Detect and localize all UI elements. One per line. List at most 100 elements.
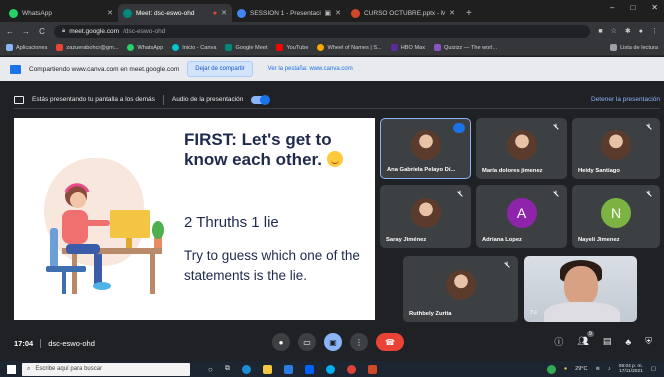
bookmark-label: Aplicaciones — [16, 44, 48, 51]
wifi-icon[interactable]: ≋ — [595, 366, 600, 372]
edge-icon[interactable] — [241, 364, 251, 374]
participant-tile[interactable]: María dolores jimenez — [476, 118, 567, 179]
present-screen-icon — [14, 95, 24, 104]
forward-icon[interactable]: → — [22, 27, 30, 36]
activities-icon[interactable]: ♣ — [625, 337, 631, 347]
tab-label: CURSO OCTUBRE.pptx - Microsoft — [364, 9, 446, 17]
store-icon[interactable] — [283, 364, 293, 374]
participant-tile[interactable]: Ana Gabriela Pelayo Dí... — [380, 118, 471, 179]
notification-icon[interactable]: ▢ — [651, 366, 656, 372]
task-view-icon[interactable]: ⧉ — [225, 365, 230, 373]
divider — [162, 94, 164, 105]
bookmark-canva[interactable]: Inicio - Canva — [172, 44, 216, 51]
participant-tile[interactable]: Ruthbely Zurita — [403, 256, 518, 322]
host-controls-icon[interactable]: ⛨ — [645, 336, 652, 347]
dropbox-icon[interactable] — [304, 364, 314, 374]
present-now-button[interactable]: ▣ — [324, 333, 342, 351]
bookmark-apps[interactable]: Aplicaciones — [6, 44, 47, 51]
leave-call-button[interactable]: ☎ — [376, 333, 404, 351]
powerpoint-taskbar-icon[interactable] — [367, 364, 377, 374]
slide-title: FIRST: Let's get to know each other. — [184, 130, 369, 170]
reading-list[interactable]: Lista de lectura — [610, 44, 658, 51]
skype-icon[interactable] — [325, 364, 335, 374]
whatsapp-icon — [127, 44, 135, 51]
switch-tab-button[interactable]: Ver la pestaña: www.canva.com — [261, 62, 360, 76]
participant-tile[interactable]: Saray Jiménez — [380, 185, 471, 248]
powerpoint-icon — [351, 8, 360, 18]
menu-icon[interactable]: ⋮ — [651, 27, 658, 35]
clock[interactable]: 05:04 p. m. 17/11/2021 — [619, 364, 643, 375]
participant-tile[interactable]: A Adriana Lopez — [476, 185, 567, 248]
presentation-audio-toggle[interactable] — [251, 94, 271, 105]
self-label: Tú — [530, 310, 537, 316]
avatar — [506, 129, 537, 160]
url-host: meet.google.com — [69, 27, 120, 35]
new-tab-button[interactable]: + — [460, 4, 478, 22]
search-icon: ⌕ — [27, 365, 31, 372]
maximize-button[interactable]: □ — [630, 3, 635, 12]
windows-logo-icon — [6, 364, 16, 374]
bookmark-youtube[interactable]: YouTube — [276, 44, 308, 51]
cortana-icon[interactable]: ○ — [208, 365, 213, 374]
star-icon[interactable]: ☆ — [611, 27, 617, 35]
bookmark-hbo-max[interactable]: HBO Max — [390, 44, 425, 51]
chrome-icon[interactable] — [346, 364, 356, 374]
participant-tile[interactable]: N Nayeli Jimenez — [572, 185, 660, 248]
tab-meet[interactable]: Meet: dsc-eswo-ohd ● ✕ — [118, 4, 232, 22]
microphone-button[interactable]: ● — [272, 333, 290, 351]
bookmark-whatsapp[interactable]: WhatsApp — [127, 44, 163, 51]
call-controls: ● ▭ ▣ ⋮ ☎ — [272, 333, 404, 351]
tab-powerpoint[interactable]: CURSO OCTUBRE.pptx - Microsoft ✕ — [346, 4, 460, 22]
tab-whatsapp[interactable]: WhatsApp ✕ — [4, 4, 118, 22]
search-placeholder: Escribe aquí para buscar — [35, 366, 103, 372]
bookmark-quizizz[interactable]: Quizizz — The worl... — [434, 44, 497, 51]
window-controls: – □ ✕ — [610, 3, 658, 12]
file-explorer-icon[interactable] — [262, 364, 272, 374]
back-icon[interactable]: ← — [6, 27, 14, 36]
bookmark-gmail[interactable]: zazuerabohcr@gm... — [56, 44, 118, 51]
bookmark-google-meet[interactable]: Google Meet — [225, 44, 267, 51]
chat-icon[interactable]: ▤ — [603, 336, 612, 347]
more-options-button[interactable]: ⋮ — [350, 333, 368, 351]
minimize-button[interactable]: – — [610, 3, 614, 12]
url-path: /dsc-eswo-ohd — [123, 27, 166, 35]
taskbar-search-input[interactable]: ⌕ Escribe aquí para buscar — [22, 362, 190, 376]
profile-icon[interactable]: ● — [639, 28, 643, 35]
close-icon[interactable]: ✕ — [107, 9, 113, 17]
extension-icon[interactable]: ✱ — [625, 27, 631, 35]
stop-presenting-button[interactable]: Detener la presentación — [591, 96, 660, 103]
speaking-indicator-icon — [453, 123, 465, 133]
participant-tile[interactable]: Heidy Santiago — [572, 118, 660, 179]
tab-label: Meet: dsc-eswo-ohd — [136, 9, 195, 17]
close-icon[interactable]: ✕ — [221, 9, 227, 17]
address-bar: ← → C 🔒︎ meet.google.com/dsc-eswo-ohd ■ … — [0, 22, 664, 40]
participants-button[interactable]: 👥︎ 9 — [577, 331, 594, 347]
camera-button[interactable]: ▭ — [298, 333, 316, 351]
reload-icon[interactable]: C — [38, 27, 46, 36]
meeting-side-controls: ⓘ 👥︎ 9 ▤ ♣ ⛨ — [554, 331, 652, 348]
tab-presentation[interactable]: SESSION 1 - Presentación ▣ ✕ — [232, 4, 346, 22]
meeting-time: 17:04 — [14, 338, 34, 348]
close-icon[interactable]: ✕ — [449, 9, 455, 17]
windows-start-button[interactable] — [4, 361, 18, 377]
presenting-text: Estás presentando tu pantalla a los demá… — [32, 96, 155, 103]
taskbar-apps: ○ ⧉ — [208, 364, 377, 374]
volume-icon[interactable]: ♪ — [608, 366, 611, 372]
bookmark-wheel-of-names[interactable]: Wheel of Names | S... — [317, 44, 382, 51]
chrome-tray-icon[interactable] — [546, 364, 556, 374]
close-window-button[interactable]: ✕ — [651, 3, 658, 12]
whatsapp-icon — [9, 8, 18, 18]
weather-icon: ● — [563, 366, 568, 372]
url-input[interactable]: 🔒︎ meet.google.com/dsc-eswo-ohd — [54, 24, 591, 38]
reading-list-label: Lista de lectura — [620, 44, 658, 51]
stop-sharing-button[interactable]: Dejar de compartir — [187, 61, 253, 77]
meeting-details-icon[interactable]: ⓘ — [554, 335, 563, 348]
camera-icon[interactable]: ■ — [598, 28, 602, 35]
quizizz-icon — [434, 44, 442, 51]
close-icon[interactable]: ✕ — [335, 9, 341, 17]
slide-subtitle: 2 Thruths 1 lie — [184, 214, 279, 231]
canva-icon — [172, 44, 180, 51]
self-view-tile[interactable]: Tú — [524, 256, 637, 322]
apps-icon — [6, 44, 13, 51]
meet-stage: Estás presentando tu pantalla a los demá… — [0, 81, 664, 361]
